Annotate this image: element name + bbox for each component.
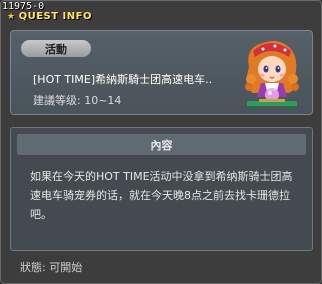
event-badge: 活動 — [21, 40, 91, 57]
star-icon: ★ — [7, 12, 16, 22]
quest-status: 狀態: 可開始 — [20, 261, 83, 274]
npc-portrait-icon — [245, 41, 299, 111]
description-header: 內容 — [17, 134, 306, 155]
recommended-level: 建議等级: 10~14 — [33, 94, 122, 107]
window-title: ★ QUEST INFO — [7, 11, 92, 22]
description-text: 如果在今天的HOT TIME活动中没拿到希纳斯骑士团高速电车骑宠券的话，就在今天… — [30, 170, 293, 221]
event-card: 活動 [HOT TIME]希納斯騎士团高速电车.. 建議等级: 10~14 — [10, 30, 313, 115]
window-title-text: QUEST INFO — [18, 11, 92, 22]
event-title: [HOT TIME]希納斯騎士团高速电车.. — [33, 73, 213, 86]
description-panel: 內容 如果在今天的HOT TIME活动中没拿到希纳斯骑士团高速电车骑宠券的话，就… — [10, 127, 313, 251]
quest-info-window: 11975-0 ★ QUEST INFO 活動 [HOT TIME]希納斯騎士团高… — [0, 0, 322, 284]
